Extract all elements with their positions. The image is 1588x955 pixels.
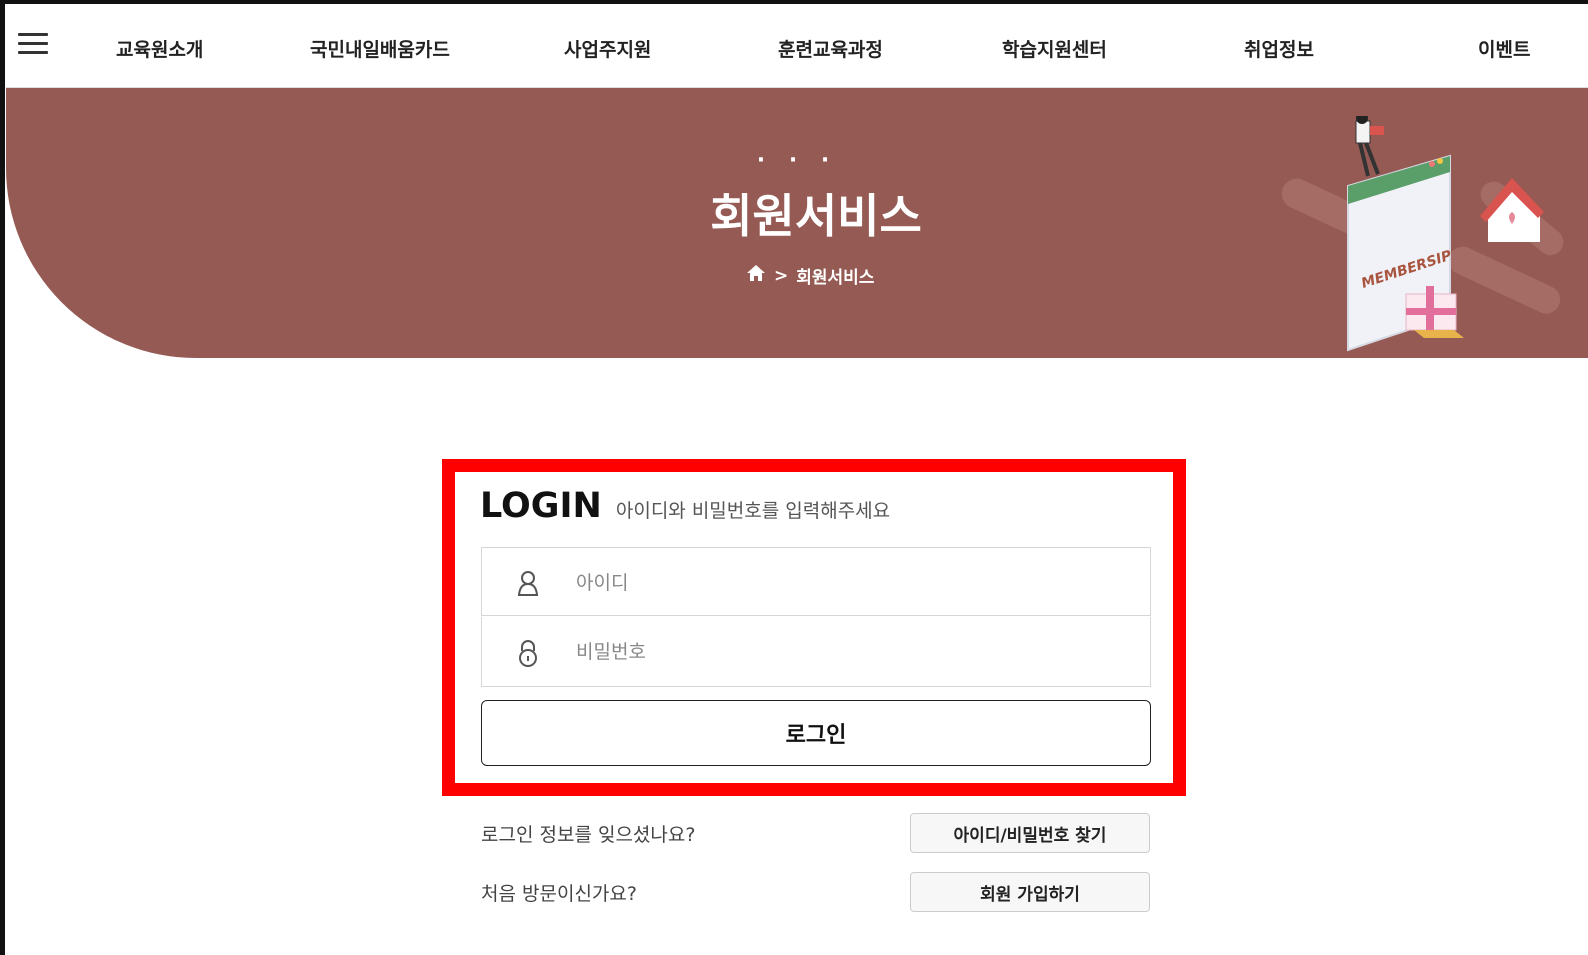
login-subtitle: 아이디와 비밀번호를 입력해주세요: [615, 500, 891, 522]
nav-item-events[interactable]: 이벤트: [1478, 35, 1530, 62]
login-header: LOGIN 아이디와 비밀번호를 입력해주세요: [480, 486, 890, 526]
password-input[interactable]: [574, 617, 1138, 686]
nav-item-about[interactable]: 교육원소개: [116, 35, 203, 62]
membership-illustration: MEMBERSIP: [1274, 112, 1574, 360]
find-id-password-button[interactable]: 아이디/비밀번호 찾기: [910, 813, 1150, 853]
home-icon[interactable]: [746, 264, 766, 287]
nav-item-courses[interactable]: 훈련교육과정: [778, 35, 883, 62]
id-input[interactable]: [574, 548, 1138, 617]
nav-item-learning-center[interactable]: 학습지원센터: [1002, 35, 1107, 62]
breadcrumb-separator: >: [774, 265, 789, 286]
forgot-info-text: 로그인 정보를 잊으셨나요?: [481, 824, 696, 846]
hamburger-menu-icon[interactable]: [18, 33, 48, 55]
login-title: LOGIN: [480, 486, 602, 526]
signup-button[interactable]: 회원 가입하기: [910, 872, 1150, 912]
lock-icon: [516, 639, 540, 671]
nav-item-jobs[interactable]: 취업정보: [1244, 35, 1314, 62]
id-field[interactable]: [481, 547, 1151, 617]
nav-item-card[interactable]: 국민내일배움카드: [310, 35, 450, 62]
first-visit-text: 처음 방문이신가요?: [481, 883, 637, 905]
page-banner: · · · 회원서비스 > 회원서비스 MEMBERSIP: [6, 88, 1588, 358]
top-navigation: 교육원소개 국민내일배움카드 사업주지원 훈련교육과정 학습지원센터 취업정보 …: [6, 5, 1588, 88]
password-field[interactable]: [481, 617, 1151, 687]
login-button[interactable]: 로그인: [481, 700, 1151, 766]
nav-item-employer[interactable]: 사업주지원: [564, 35, 651, 62]
breadcrumb-current: 회원서비스: [796, 268, 875, 288]
breadcrumb: > 회원서비스: [746, 263, 874, 288]
user-icon: [516, 570, 540, 600]
